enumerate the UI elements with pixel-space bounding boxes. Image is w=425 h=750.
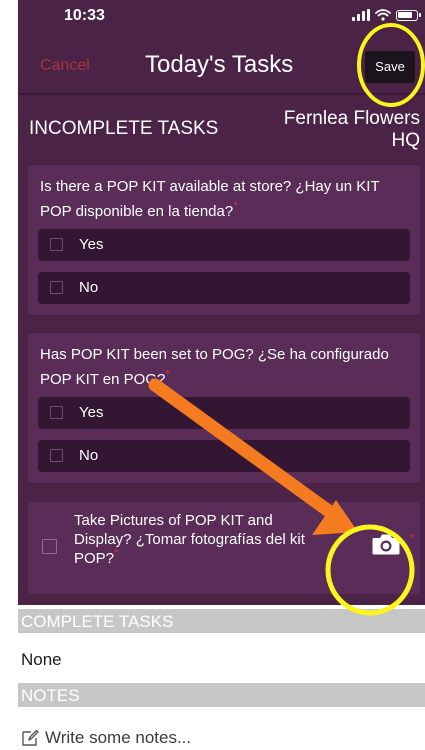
status-bar: 10:33 bbox=[18, 0, 425, 32]
store-name: Fernlea Flowers HQ bbox=[248, 108, 420, 152]
form-panel: 10:33 Cancel Today's Tasks Save INCOMPLE… bbox=[18, 0, 425, 605]
nav-bar: Cancel Today's Tasks Save bbox=[18, 40, 425, 94]
page-title: Today's Tasks bbox=[145, 51, 294, 78]
option-checkbox[interactable] bbox=[50, 406, 63, 419]
notes-input[interactable]: Write some notes... bbox=[21, 726, 191, 750]
camera-icon[interactable] bbox=[371, 532, 401, 556]
option-label: No bbox=[79, 447, 99, 464]
task-question: Has POP KIT been set to POG? ¿Se ha conf… bbox=[40, 342, 392, 392]
edit-icon bbox=[22, 729, 39, 746]
signal-icon bbox=[352, 9, 370, 21]
task-card-take-pictures: Take Pictures of POP KIT and Display? ¿T… bbox=[28, 502, 420, 594]
required-marker: * bbox=[165, 367, 171, 381]
complete-tasks-band: COMPLETE TASKS bbox=[18, 609, 425, 633]
cancel-button[interactable]: Cancel bbox=[40, 57, 90, 75]
complete-tasks-value: None bbox=[21, 650, 62, 669]
status-time: 10:33 bbox=[64, 7, 105, 24]
required-marker: * bbox=[233, 199, 238, 213]
option-no[interactable]: No bbox=[38, 272, 410, 304]
option-checkbox[interactable] bbox=[50, 238, 63, 251]
option-checkbox[interactable] bbox=[50, 449, 63, 462]
task-question: Take Pictures of POP KIT and Display? ¿T… bbox=[74, 511, 330, 568]
option-yes[interactable]: Yes bbox=[38, 229, 410, 261]
option-label: Yes bbox=[79, 404, 104, 421]
store-name-line2: HQ bbox=[391, 130, 421, 151]
battery-icon bbox=[396, 9, 421, 21]
save-button[interactable]: Save bbox=[365, 51, 415, 83]
task-card-pop-kit-available: Is there a POP KIT available at store? ¿… bbox=[28, 165, 420, 315]
task-question-text: Is there a POP KIT available at store? ¿… bbox=[40, 178, 380, 220]
complete-tasks-heading: COMPLETE TASKS bbox=[21, 612, 174, 631]
option-checkbox[interactable] bbox=[50, 281, 63, 294]
store-name-line1: Fernlea Flowers bbox=[283, 108, 420, 129]
task-checkbox[interactable] bbox=[42, 539, 57, 554]
option-label: No bbox=[79, 279, 99, 296]
status-icons bbox=[352, 8, 421, 22]
task-question: Is there a POP KIT available at store? ¿… bbox=[40, 174, 392, 224]
required-marker: * bbox=[114, 546, 119, 560]
task-question-text: Take Pictures of POP KIT and Display? ¿T… bbox=[74, 512, 305, 567]
nav-divider bbox=[18, 93, 425, 95]
incomplete-tasks-heading: INCOMPLETE TASKS bbox=[29, 118, 219, 139]
notes-band: NOTES bbox=[18, 683, 425, 707]
notes-placeholder: Write some notes... bbox=[45, 728, 192, 747]
option-label: Yes bbox=[79, 236, 104, 253]
wifi-icon bbox=[375, 9, 391, 21]
notes-heading: NOTES bbox=[21, 686, 80, 705]
option-no[interactable]: No bbox=[38, 440, 410, 472]
task-question-text: Has POP KIT been set to POG? ¿Se ha conf… bbox=[40, 346, 389, 388]
option-yes[interactable]: Yes bbox=[38, 397, 410, 429]
task-card-pop-kit-set: Has POP KIT been set to POG? ¿Se ha conf… bbox=[28, 333, 420, 483]
